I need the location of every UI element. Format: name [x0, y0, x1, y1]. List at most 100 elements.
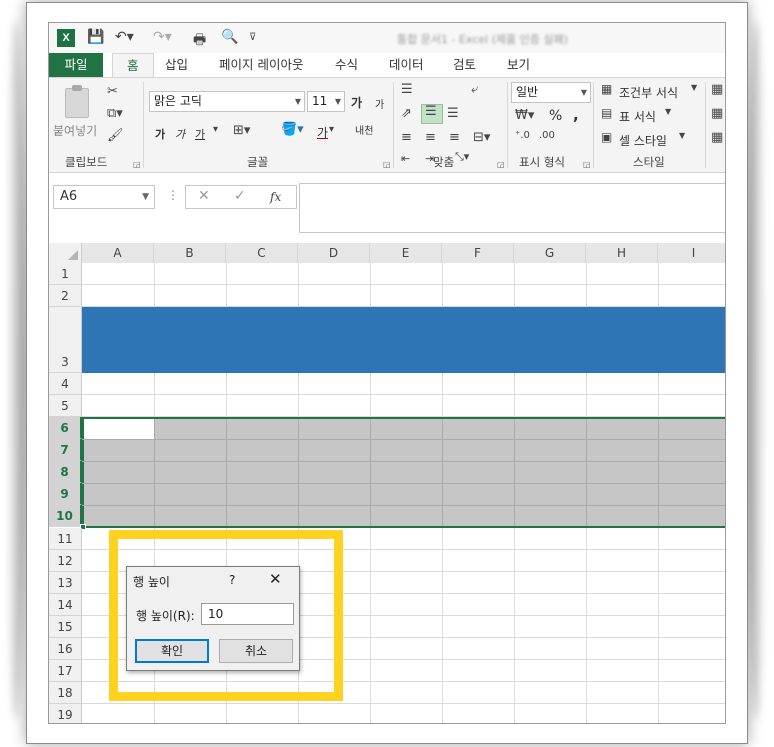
increase-decimal-icon[interactable]: ⁺.0 — [515, 130, 530, 141]
row-header[interactable]: 1 — [49, 263, 82, 285]
tab-home[interactable]: 홈 — [112, 53, 154, 78]
alignment-launcher-icon[interactable]: ◲ — [497, 160, 505, 169]
copy-icon[interactable]: ⧉▾ — [107, 106, 123, 121]
column-header[interactable]: G — [514, 243, 586, 263]
tab-insert[interactable]: 삽입 — [151, 53, 202, 77]
bold-button[interactable]: 가 — [155, 126, 165, 142]
grow-font-button[interactable]: 가 — [351, 94, 362, 111]
save-icon[interactable]: 💾 — [87, 29, 104, 45]
print-icon[interactable]: 🖶 — [193, 29, 206, 53]
help-button[interactable]: ? — [229, 573, 235, 587]
cancel-entry-icon[interactable]: ✕ — [198, 188, 210, 204]
row-header-selected[interactable]: 10 — [49, 505, 82, 527]
tab-file[interactable]: 파일 — [49, 53, 103, 77]
column-header[interactable]: I — [658, 243, 725, 263]
selected-rows-range[interactable] — [82, 417, 725, 528]
percent-style-button[interactable]: % — [549, 108, 562, 124]
row-header[interactable]: 5 — [49, 395, 82, 417]
name-box[interactable]: A6 ▼ — [53, 185, 155, 209]
row-height-input[interactable]: 10 — [201, 603, 294, 625]
borders-icon[interactable]: ⊞▾ — [233, 123, 250, 138]
cell-styles-button[interactable]: 셀 스타일 — [619, 132, 667, 149]
cancel-button[interactable]: 취소 — [219, 639, 293, 663]
active-cell-a6[interactable] — [84, 419, 154, 439]
conditional-formatting-button[interactable]: 조건부 서식 — [619, 84, 678, 101]
cell-styles-icon[interactable]: ▣ — [601, 130, 612, 144]
fill-color-icon[interactable]: 🪣▾ — [281, 122, 304, 137]
tab-review[interactable]: 검토 — [439, 53, 490, 77]
column-header[interactable]: F — [442, 243, 514, 263]
column-header[interactable]: B — [154, 243, 226, 263]
font-launcher-icon[interactable]: ◲ — [383, 160, 391, 169]
enter-entry-icon[interactable]: ✓ — [234, 188, 246, 204]
font-name-select[interactable]: 맑은 고딕 ▼ — [149, 91, 305, 112]
redo-icon[interactable]: ↷▾ — [153, 29, 172, 45]
clipboard-launcher-icon[interactable]: ◲ — [133, 160, 141, 169]
phonetic-button[interactable]: 내천 — [355, 122, 373, 137]
print-preview-icon[interactable]: 🔍 — [221, 29, 238, 45]
delete-cells-icon[interactable]: ▦ — [711, 106, 723, 121]
column-header[interactable]: A — [82, 243, 154, 263]
select-all-button[interactable] — [49, 243, 82, 263]
customize-qat-icon[interactable]: ⊽ — [249, 32, 256, 43]
font-color-dropdown-icon[interactable]: ▾ — [329, 124, 334, 135]
middle-align-icon[interactable]: ☰ — [425, 104, 437, 119]
column-header[interactable]: E — [370, 243, 442, 263]
conditional-formatting-icon[interactable]: ▦ — [601, 82, 612, 96]
top-align-icon[interactable]: ☰ — [401, 82, 413, 97]
italic-button[interactable]: 가 — [175, 126, 185, 142]
row-header-selected[interactable]: 6 — [49, 417, 82, 439]
underline-button[interactable]: 가 — [195, 126, 205, 142]
tab-formulas[interactable]: 수식 — [321, 53, 372, 77]
tab-page-layout[interactable]: 페이지 레이아웃 — [205, 53, 317, 77]
cut-icon[interactable]: ✂ — [107, 84, 118, 99]
align-left-icon[interactable]: ≡ — [401, 130, 412, 145]
format-painter-icon[interactable]: 🖌 — [107, 128, 124, 143]
underline-dropdown-icon[interactable]: ▾ — [213, 124, 218, 135]
column-header[interactable]: H — [586, 243, 658, 263]
font-size-select[interactable]: 11 ▼ — [307, 91, 345, 112]
ok-button[interactable]: 확인 — [135, 639, 209, 663]
tab-view[interactable]: 보기 — [493, 53, 544, 77]
undo-icon[interactable]: ↶▾ — [115, 29, 134, 45]
merge-center-icon[interactable]: ⊟▾ — [473, 130, 490, 145]
formula-input[interactable] — [299, 183, 725, 233]
row-header[interactable]: 15 — [49, 616, 82, 638]
row-header[interactable]: 18 — [49, 682, 82, 704]
paste-icon[interactable] — [65, 85, 89, 118]
orientation-icon[interactable]: ⇗ — [401, 106, 412, 121]
align-right-icon[interactable]: ≡ — [449, 130, 460, 145]
align-center-icon[interactable]: ≡ — [425, 130, 436, 145]
accounting-format-icon[interactable]: ₩▾ — [515, 108, 534, 123]
row-header[interactable]: 11 — [49, 528, 82, 550]
text-direction-icon[interactable]: ⤡▾ — [455, 150, 469, 164]
decrease-indent-icon[interactable]: ⇤ — [401, 152, 410, 165]
insert-cells-icon[interactable]: ▦ — [711, 82, 723, 97]
row-header[interactable]: 14 — [49, 594, 82, 616]
row-header[interactable]: 17 — [49, 660, 82, 682]
tab-data[interactable]: 데이터 — [375, 53, 438, 77]
number-format-select[interactable]: 일반 ▼ — [511, 82, 591, 103]
row-header[interactable]: 3 — [49, 307, 82, 373]
row-header-selected[interactable]: 8 — [49, 461, 82, 483]
formula-bar-resize-handle[interactable]: ⋮ — [167, 188, 179, 202]
format-as-table-button[interactable]: 표 서식 — [619, 108, 656, 125]
insert-function-icon[interactable]: fx — [270, 190, 281, 204]
comma-style-button[interactable]: , — [573, 106, 579, 124]
decrease-decimal-icon[interactable]: .00 — [539, 130, 555, 141]
row-header[interactable]: 2 — [49, 285, 82, 307]
shrink-font-button[interactable]: 가 — [375, 96, 384, 111]
row-header-selected[interactable]: 7 — [49, 439, 82, 461]
column-header[interactable]: D — [298, 243, 370, 263]
row-header[interactable]: 19 — [49, 704, 82, 723]
row-header-selected[interactable]: 9 — [49, 483, 82, 505]
row-header[interactable]: 16 — [49, 638, 82, 660]
paste-button-label[interactable]: 붙여넣기 — [53, 122, 97, 139]
close-icon[interactable]: ✕ — [269, 570, 282, 588]
number-launcher-icon[interactable]: ◲ — [583, 160, 591, 169]
format-as-table-icon[interactable]: ▤ — [601, 106, 612, 120]
row-header[interactable]: 13 — [49, 572, 82, 594]
column-header[interactable]: C — [226, 243, 298, 263]
row-header[interactable]: 4 — [49, 373, 82, 395]
format-cells-icon[interactable]: ▦ — [711, 130, 723, 145]
